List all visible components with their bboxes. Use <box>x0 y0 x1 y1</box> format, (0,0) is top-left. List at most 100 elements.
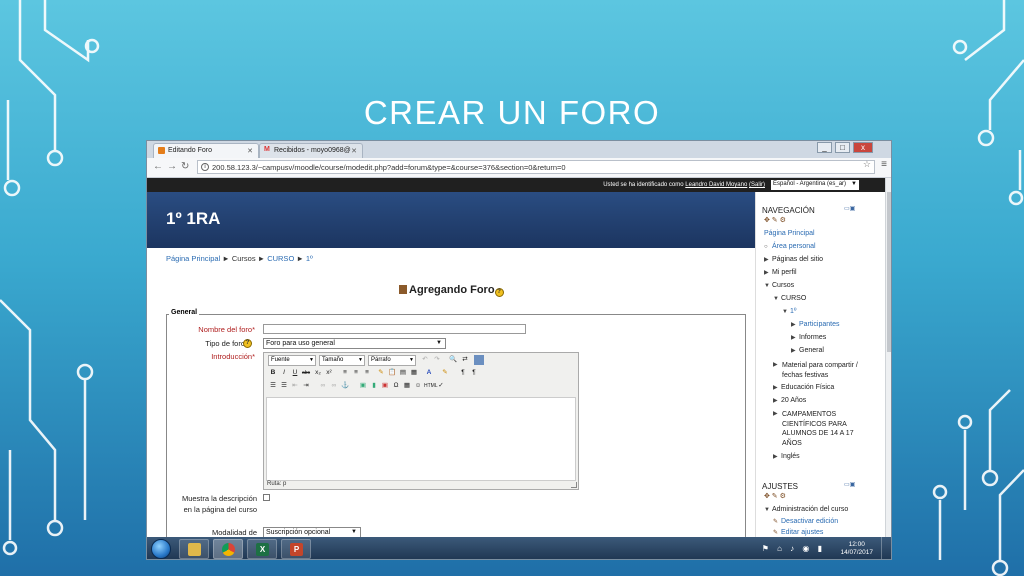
back-icon[interactable]: ← <box>153 161 163 172</box>
nav-item-general[interactable]: ▶ General <box>791 347 824 354</box>
spellcheck-icon[interactable]: ✓ <box>436 381 446 391</box>
fullscreen-icon[interactable] <box>474 355 484 365</box>
paste-icon[interactable]: 📋 <box>387 368 397 378</box>
ltr-icon[interactable]: ¶ <box>458 368 468 378</box>
unlink-icon[interactable]: ∞ <box>329 381 339 391</box>
tab-recibidos[interactable]: M Recibidos - moyo0968@ ✕ <box>259 143 363 158</box>
nav-item-curso[interactable]: ▼ CURSO <box>773 295 806 302</box>
close-tab-icon[interactable]: ✕ <box>351 147 357 155</box>
anchor-icon[interactable]: ⚓ <box>340 381 350 391</box>
nav-item-area-personal[interactable]: ○ Área personal <box>764 243 816 250</box>
forum-type-select[interactable]: Foro para uso general ▼ <box>263 338 446 349</box>
subscript-icon[interactable]: x₂ <box>313 368 323 378</box>
taskbar-excel[interactable]: X <box>247 539 277 559</box>
charmap-icon[interactable]: Ω <box>391 381 401 391</box>
url-input[interactable]: i 200.58.123.3/~campusv/moodle/course/mo… <box>197 160 875 174</box>
menu-icon[interactable]: ≡ <box>881 159 887 170</box>
taskbar-file-explorer[interactable] <box>179 539 209 559</box>
page-scrollbar[interactable] <box>885 178 891 537</box>
image-icon[interactable]: ▣ <box>358 381 368 391</box>
undo-icon[interactable]: ↶ <box>420 355 430 365</box>
html-icon[interactable]: HTML <box>424 381 438 391</box>
system-tray[interactable]: ⚑ ⌂ ♪ ◉ ▮ <box>762 544 825 553</box>
help-icon[interactable]: ? <box>494 288 504 297</box>
bullet-list-icon[interactable]: ☰ <box>268 381 278 391</box>
tab-editando-foro[interactable]: Editando Foro ✕ <box>153 143 259 158</box>
nav-item-participantes[interactable]: ▶ Participantes <box>791 321 839 328</box>
nav-item-cursos[interactable]: ▼ Cursos <box>764 282 794 289</box>
nav-item-ingles[interactable]: ▶ Inglés <box>773 453 800 460</box>
breadcrumb-home[interactable]: Página Principal <box>166 254 220 263</box>
block-dock-icon[interactable]: ▭▣ <box>844 205 855 212</box>
nav-item-20-anos[interactable]: ▶ 20 Años <box>773 397 806 404</box>
block-move-icon[interactable]: ✥ ✎ ⚙ <box>764 492 786 500</box>
superscript-icon[interactable]: x² <box>324 368 334 378</box>
start-button[interactable] <box>151 539 171 559</box>
editor-content-area[interactable] <box>266 397 576 481</box>
nav-item-course[interactable]: ▼ 1º <box>782 308 796 315</box>
nav-item-educacion-fisica[interactable]: ▶ Educación Física <box>773 384 834 391</box>
bold-icon[interactable]: B <box>268 368 278 378</box>
settings-item-admin-curso[interactable]: ▼ Administración del curso <box>764 506 848 513</box>
logout-link[interactable]: (Salir) <box>749 182 765 188</box>
reload-icon[interactable]: ↻ <box>181 161 189 172</box>
bookmark-star-icon[interactable]: ☆ <box>863 159 871 170</box>
taskbar-chrome[interactable] <box>213 539 243 559</box>
clock[interactable]: 12:00 14/07/2017 <box>840 541 873 557</box>
align-right-icon[interactable]: ≡ <box>362 368 372 378</box>
rtl-icon[interactable]: ¶ <box>469 368 479 378</box>
nav-item-mi-perfil[interactable]: ▶ Mi perfil <box>764 269 797 276</box>
numbered-list-icon[interactable]: ☰ <box>279 381 289 391</box>
emoticon-icon[interactable]: ☺ <box>413 381 423 391</box>
italic-icon[interactable]: I <box>279 368 289 378</box>
block-dock-icon[interactable]: ▭▣ <box>844 481 855 488</box>
table-icon[interactable]: ▦ <box>402 381 412 391</box>
close-tab-icon[interactable]: ✕ <box>247 147 253 155</box>
resize-handle-icon[interactable] <box>571 482 577 488</box>
breadcrumb-curso[interactable]: CURSO <box>267 254 294 263</box>
minimize-button[interactable]: _ <box>817 142 832 153</box>
nav-item-campamentos[interactable]: ▶ CAMPAMENTOS CIENTÍFICOS PARA ALUMNOS DE… <box>773 410 861 448</box>
redo-icon[interactable]: ↷ <box>432 355 442 365</box>
size-select[interactable]: Tamaño ▼ <box>319 355 365 366</box>
block-move-icon[interactable]: ✥ ✎ ⚙ <box>764 216 786 224</box>
forward-icon[interactable]: → <box>167 161 177 172</box>
font-select[interactable]: Fuente ▼ <box>268 355 316 366</box>
taskbar-powerpoint[interactable]: P <box>281 539 311 559</box>
align-center-icon[interactable]: ≡ <box>351 368 361 378</box>
indent-icon[interactable]: ⇥ <box>301 381 311 391</box>
format-select[interactable]: Párrafo ▼ <box>368 355 416 366</box>
settings-item-editar-ajustes[interactable]: ✎ Editar ajustes <box>773 529 823 536</box>
find-icon[interactable]: 🔍 <box>448 355 458 365</box>
settings-item-desactivar-edicion[interactable]: ✎ Desactivar edición <box>773 518 838 525</box>
user-link[interactable]: Leandro David Moyano <box>685 182 747 188</box>
paste-word-icon[interactable]: ▦ <box>409 368 419 378</box>
strikethrough-icon[interactable]: abc <box>301 368 311 378</box>
align-left-icon[interactable]: ≡ <box>340 368 350 378</box>
breadcrumb-course[interactable]: 1º <box>306 254 313 263</box>
maximize-button[interactable]: □ <box>835 142 850 153</box>
nav-item-paginas-sitio[interactable]: ▶ Páginas del sitio <box>764 256 823 263</box>
nav-label: Desactivar edición <box>781 518 839 525</box>
language-select[interactable]: Español - Argentina (es_ar) ▼ <box>771 180 859 190</box>
text-color-icon[interactable]: A <box>424 368 434 378</box>
outdent-icon[interactable]: ⇤ <box>290 381 300 391</box>
help-icon[interactable]: ? <box>243 339 252 348</box>
close-window-button[interactable]: x <box>853 142 873 153</box>
scrollbar-thumb[interactable] <box>887 192 891 352</box>
forum-name-input[interactable] <box>263 324 526 334</box>
link-icon[interactable]: ∞ <box>318 381 328 391</box>
replace-icon[interactable]: ⇄ <box>460 355 470 365</box>
highlight-icon[interactable]: ✎ <box>440 368 450 378</box>
show-description-checkbox[interactable] <box>263 494 270 501</box>
nav-item-informes[interactable]: ▶ Informes <box>791 334 826 341</box>
breadcrumb-cursos[interactable]: Cursos <box>232 254 256 263</box>
clean-icon[interactable]: ✎ <box>376 368 386 378</box>
underline-icon[interactable]: U <box>290 368 300 378</box>
nav-item-pagina-principal[interactable]: Página Principal <box>764 230 815 237</box>
nav-item-material[interactable]: ▶ Material para compartir / fechas festiv… <box>773 361 863 380</box>
paste-text-icon[interactable]: ▤ <box>398 368 408 378</box>
moodle-media-icon[interactable]: ▣ <box>380 381 390 391</box>
media-icon[interactable]: ▮ <box>369 381 379 391</box>
show-desktop-button[interactable] <box>881 537 891 559</box>
